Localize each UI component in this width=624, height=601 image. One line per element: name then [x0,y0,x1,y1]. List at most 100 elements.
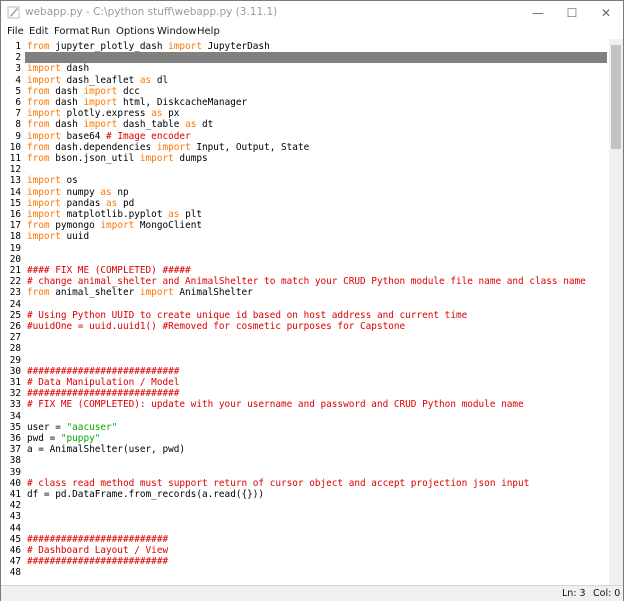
line-number: 46 [9,545,21,556]
code-text: import pandas as pd [27,197,135,209]
code-line[interactable]: 14 import numpy as np [1,187,609,198]
code-line[interactable]: 20 [1,254,609,265]
code-text: import base64 # Image encoder [27,130,191,142]
code-text: from dash import dcc [27,85,140,97]
code-line[interactable]: 4 import dash_leaflet as dl [1,75,609,86]
code-text: from dash import html, DiskcacheManager [27,97,248,108]
code-line[interactable]: 12 [1,164,609,175]
menu-file[interactable]: File [7,25,24,39]
line-number: 14 [9,186,21,198]
line-number: 42 [9,500,21,512]
code-line[interactable]: 41 df = pd.DataFrame.from_records(a.read(… [1,489,609,500]
menu-window[interactable]: Window [157,25,196,39]
code-line[interactable]: 23 from animal_shelter import AnimalShelt… [1,287,609,298]
code-line[interactable]: 2 [1,52,609,63]
maximize-button[interactable]: ☐ [557,1,587,25]
minimize-button[interactable]: — [523,1,553,25]
menu-bar: File Edit Format Run Options Window Help [1,25,623,39]
code-line[interactable]: 25 # Using Python UUID to create unique i… [1,310,609,321]
code-line[interactable]: 7 import plotly.express as px [1,108,609,119]
line-number: 20 [9,253,21,265]
code-line[interactable]: 38 [1,455,609,466]
code-line[interactable]: 10 from dash.dependencies import Input, O… [1,142,609,153]
code-text: from animal_shelter import AnimalShelter [27,287,253,299]
line-number: 40 [9,477,21,489]
code-line[interactable]: 35 user = "aacuser" [1,422,609,433]
code-line[interactable]: 45 ######################### [1,534,609,545]
code-line[interactable]: 46 # Dashboard Layout / View [1,545,609,556]
line-number: 36 [9,433,21,444]
menu-edit[interactable]: Edit [29,25,48,39]
menu-run[interactable]: Run [91,25,110,39]
code-line[interactable]: 24 [1,299,609,310]
code-line[interactable]: 34 [1,411,609,422]
line-number: 43 [9,511,21,523]
code-line[interactable]: 6 from dash import html, DiskcacheManager [1,97,609,108]
code-line[interactable]: 9 import base64 # Image encoder [1,131,609,142]
code-line[interactable]: 17 from pymongo import MongoClient [1,220,609,231]
line-number: 37 [9,444,21,456]
code-text: #uuidOne = uuid.uuid1() #Removed for cos… [27,321,406,332]
code-text: a = AnimalShelter(user, pwd) [27,444,186,456]
line-number: 7 [15,108,21,120]
code-line[interactable]: 11 from bson.json_util import dumps [1,153,609,164]
code-line[interactable]: 37 a = AnimalShelter(user, pwd) [1,444,609,455]
code-line[interactable]: 21 #### FIX ME (COMPLETED) ##### [1,265,609,276]
code-line[interactable]: 13 import os [1,175,609,186]
code-text: import uuid [27,231,90,243]
vertical-scrollbar[interactable] [609,39,623,585]
line-number: 33 [9,399,21,411]
line-number: 34 [9,410,21,422]
menu-format[interactable]: Format [54,25,89,39]
code-line[interactable]: 22 # change animal_shelter and AnimalShel… [1,276,609,287]
code-text: pwd = "puppy" [27,433,101,444]
status-bar: Ln: 3 Col: 0 [1,585,623,601]
code-line[interactable]: 48 [1,567,609,578]
code-line[interactable]: 19 [1,243,609,254]
line-number: 17 [9,220,21,232]
code-line[interactable]: 31 # Data Manipulation / Model [1,377,609,388]
code-text: ######################### [27,556,169,568]
code-line[interactable]: 39 [1,467,609,478]
code-text: import os [27,175,78,187]
scrollbar-thumb[interactable] [611,45,621,149]
code-editor[interactable]: 1 from jupyter_plotly_dash import Jupyter… [1,39,609,585]
line-number: 5 [15,85,21,97]
python-feather-icon [7,6,20,19]
line-number: 26 [9,321,21,332]
code-line[interactable]: 36 pwd = "puppy" [1,433,609,444]
code-line[interactable]: 47 ######################### [1,556,609,567]
menu-options[interactable]: Options [116,25,155,39]
code-line[interactable]: 43 [1,511,609,522]
code-line[interactable]: 16 import matplotlib.pyplot as plt [1,209,609,220]
menu-help[interactable]: Help [197,25,220,39]
code-line[interactable]: 40 # class read method must support retur… [1,478,609,489]
code-text: # Using Python UUID to create unique id … [27,309,468,321]
code-line[interactable]: 15 import pandas as pd [1,198,609,209]
close-button[interactable]: ✕ [591,1,621,25]
code-line[interactable]: 18 import uuid [1,231,609,242]
code-text: user = "aacuser" [27,421,118,433]
line-number: 28 [9,343,21,355]
code-line[interactable]: 42 [1,500,609,511]
code-line[interactable]: 26 #uuidOne = uuid.uuid1() #Removed for c… [1,321,609,332]
code-text: # FIX ME (COMPLETED): update with your u… [27,399,524,411]
line-number: 32 [9,388,21,400]
code-line[interactable]: 32 ########################### [1,388,609,399]
code-line[interactable]: 29 [1,355,609,366]
code-line[interactable]: 8 from dash import dash_table as dt [1,119,609,130]
title-bar[interactable]: webapp.py - C:\python stuff\webapp.py (3… [1,1,623,25]
code-line[interactable]: 30 ########################### [1,366,609,377]
code-line[interactable]: 33 # FIX ME (COMPLETED): update with your… [1,399,609,410]
code-line[interactable]: 3 import dash [1,63,609,74]
line-number: 45 [9,533,21,545]
code-line[interactable]: 27 [1,332,609,343]
line-number: 25 [9,309,21,321]
line-number: 11 [9,153,21,164]
code-line[interactable]: 5 from dash import dcc [1,86,609,97]
code-text: #### FIX ME (COMPLETED) ##### [27,265,191,276]
code-text: ########################### [27,388,180,400]
code-line[interactable]: 28 [1,343,609,354]
code-line[interactable]: 1 from jupyter_plotly_dash import Jupyter… [1,41,609,52]
code-line[interactable]: 44 [1,523,609,534]
